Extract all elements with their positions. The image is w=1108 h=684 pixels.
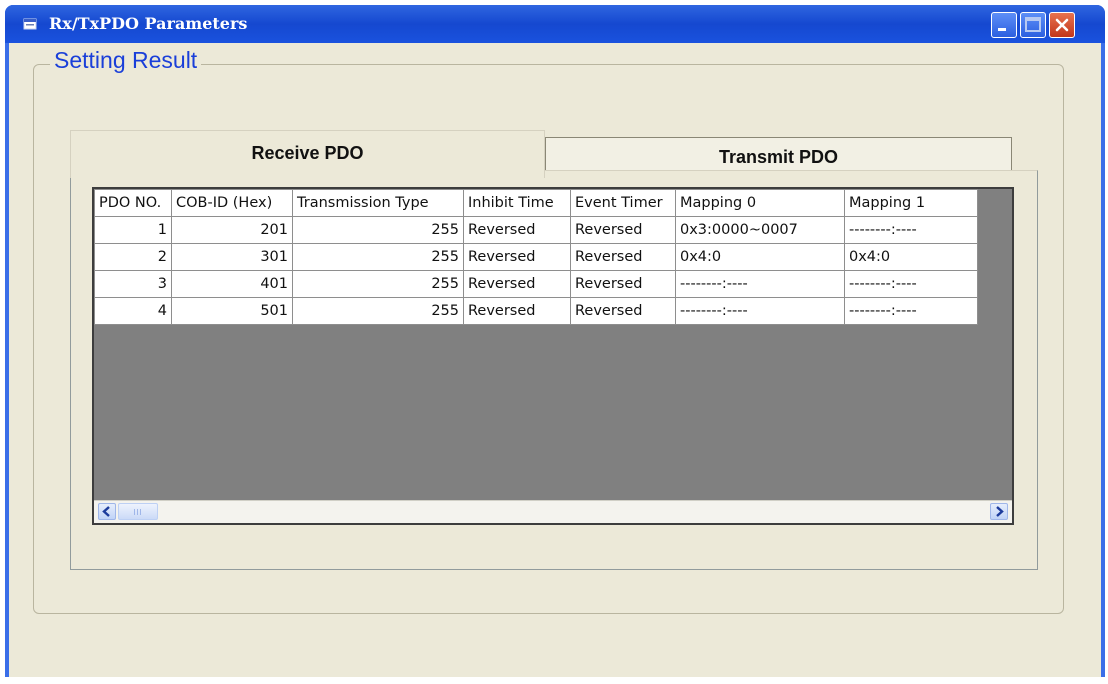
close-icon [1055, 18, 1069, 32]
table-row[interactable]: 4 501 255 Reversed Reversed --------:---… [94, 297, 978, 325]
table-cell: Reversed [570, 243, 676, 271]
table-cell: Reversed [463, 216, 571, 244]
table-cell: Reversed [570, 216, 676, 244]
table-cell: --------:---- [844, 216, 978, 244]
column-header[interactable]: Mapping 1 [844, 189, 978, 217]
maximize-icon [1025, 17, 1041, 32]
column-header[interactable]: COB-ID (Hex) [171, 189, 293, 217]
table-row[interactable]: 1 201 255 Reversed Reversed 0x3:0000~000… [94, 216, 978, 244]
minimize-icon [998, 28, 1006, 31]
table-cell: 1 [94, 216, 172, 244]
table-cell: 255 [292, 243, 464, 271]
title-bar[interactable]: Rx/TxPDO Parameters [5, 5, 1105, 43]
scroll-left-button[interactable] [98, 503, 116, 520]
chevron-right-icon [996, 506, 1004, 517]
column-header[interactable]: Inhibit Time [463, 189, 571, 217]
window-title: Rx/TxPDO Parameters [49, 14, 248, 33]
table-cell: 501 [171, 297, 293, 325]
maximize-button[interactable] [1020, 12, 1046, 38]
table-cell: --------:---- [844, 270, 978, 298]
table-cell: 301 [171, 243, 293, 271]
tab-receive-pdo[interactable]: Receive PDO [70, 130, 545, 178]
scrollbar-thumb[interactable] [118, 503, 158, 520]
table-cell: 4 [94, 297, 172, 325]
app-icon [23, 18, 37, 30]
column-header[interactable]: Mapping 0 [675, 189, 845, 217]
table-cell: 3 [94, 270, 172, 298]
scroll-right-button[interactable] [990, 503, 1008, 520]
table-cell: 255 [292, 270, 464, 298]
chevron-left-icon [102, 506, 110, 517]
table-cell: 0x4:0 [844, 243, 978, 271]
pdo-grid[interactable]: PDO NO. COB-ID (Hex) Transmission Type I… [92, 187, 1014, 525]
table-cell: 0x3:0000~0007 [675, 216, 845, 244]
minimize-button[interactable] [991, 12, 1017, 38]
table-cell: Reversed [463, 243, 571, 271]
table-cell: Reversed [570, 270, 676, 298]
table-cell: 255 [292, 297, 464, 325]
table-cell: --------:---- [844, 297, 978, 325]
column-header[interactable]: Event Timer [570, 189, 676, 217]
table-header-row: PDO NO. COB-ID (Hex) Transmission Type I… [94, 189, 978, 217]
table-row[interactable]: 2 301 255 Reversed Reversed 0x4:0 0x4:0 [94, 243, 978, 271]
pdo-table: PDO NO. COB-ID (Hex) Transmission Type I… [94, 189, 978, 325]
table-cell: 2 [94, 243, 172, 271]
table-cell: Reversed [463, 270, 571, 298]
column-header[interactable]: Transmission Type [292, 189, 464, 217]
horizontal-scrollbar[interactable] [94, 500, 1012, 523]
table-cell: --------:---- [675, 297, 845, 325]
thumb-grip [134, 509, 143, 515]
table-cell: 201 [171, 216, 293, 244]
table-row[interactable]: 3 401 255 Reversed Reversed --------:---… [94, 270, 978, 298]
table-cell: Reversed [570, 297, 676, 325]
table-cell: 401 [171, 270, 293, 298]
table-cell: 0x4:0 [675, 243, 845, 271]
table-cell: --------:---- [675, 270, 845, 298]
group-label: Setting Result [50, 47, 202, 74]
table-cell: Reversed [463, 297, 571, 325]
table-cell: 255 [292, 216, 464, 244]
column-header[interactable]: PDO NO. [94, 189, 172, 217]
close-button[interactable] [1049, 12, 1075, 38]
